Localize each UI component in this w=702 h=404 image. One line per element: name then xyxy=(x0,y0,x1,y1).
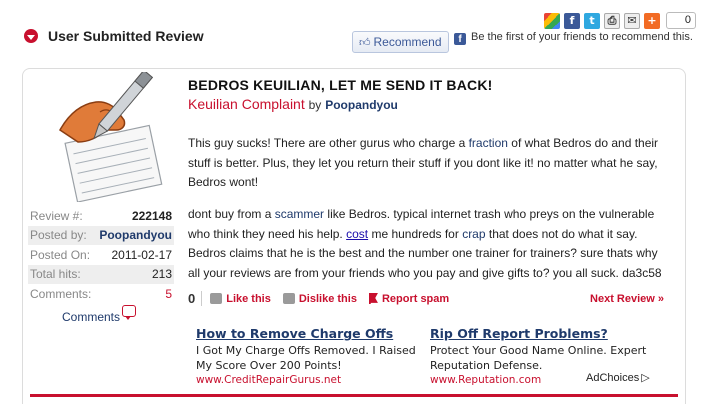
email-icon[interactable]: ✉ xyxy=(624,12,640,29)
keyword-link[interactable]: scammer xyxy=(275,207,324,221)
recommend-button[interactable]: 👍︎ Recommend xyxy=(352,31,449,53)
like-button[interactable]: Like this xyxy=(210,293,271,305)
vote-count: 0 xyxy=(188,291,203,306)
adchoices-link[interactable]: AdChoices ▷ xyxy=(586,371,650,385)
dislike-button[interactable]: Dislike this xyxy=(282,293,357,305)
ad-headline[interactable]: Rip Off Report Problems? xyxy=(430,326,662,341)
category-link[interactable]: Keuilian Complaint xyxy=(188,96,305,112)
facebook-logo-icon: f xyxy=(454,33,466,45)
section-header: User Submitted Review xyxy=(24,28,204,44)
keyword-link[interactable]: cost xyxy=(346,227,368,241)
print-icon[interactable]: ⎙ xyxy=(604,12,620,29)
stat-comments: Comments: 5 xyxy=(30,286,172,301)
comments-link[interactable]: Comments xyxy=(62,305,137,324)
share-bar: f t ⎙ ✉ + 0 xyxy=(544,12,696,29)
ad-headline[interactable]: How to Remove Charge Offs xyxy=(196,326,428,341)
stat-posted-on: Posted On: 2011-02-17 xyxy=(30,247,172,262)
review-paragraph: dont buy from a scammer like Bedros. typ… xyxy=(188,207,662,280)
review-illustration-icon xyxy=(59,72,163,202)
report-spam-button[interactable]: Report spam xyxy=(368,293,449,305)
divider xyxy=(30,394,678,397)
keyword-link[interactable]: fraction xyxy=(469,136,508,150)
review-stats: Review #: 222148 Posted by: Poopandyou P… xyxy=(28,206,174,304)
review-paragraph: This guy sucks! There are other gurus wh… xyxy=(188,136,659,189)
facebook-icon[interactable]: f xyxy=(564,12,580,29)
next-review-link[interactable]: Next Review » xyxy=(590,293,664,305)
author-link[interactable]: Poopandyou xyxy=(325,98,398,112)
stat-total-hits: Total hits: 213 xyxy=(28,264,174,284)
review-title: BEDROS KEUILIAN, LET ME SEND IT BACK! xyxy=(188,77,493,93)
ad-body: I Got My Charge Offs Removed. I Raised M… xyxy=(196,344,416,372)
twitter-icon[interactable]: t xyxy=(584,12,600,29)
chevron-down-icon[interactable] xyxy=(24,29,38,43)
adchoices-icon: ▷ xyxy=(641,372,650,384)
google-icon[interactable] xyxy=(544,12,560,29)
section-title: User Submitted Review xyxy=(48,28,204,44)
keyword-link[interactable]: crap xyxy=(462,227,485,241)
thumbs-up-icon xyxy=(210,293,223,304)
review-subline: Keuilian Complaint by Poopandyou xyxy=(188,96,398,112)
recommend-label: Recommend xyxy=(373,35,442,49)
flag-icon xyxy=(368,293,378,304)
thumbs-down-icon xyxy=(282,293,295,304)
ad-body: Protect Your Good Name Online. Expert Re… xyxy=(430,344,647,372)
stat-review-number: Review #: 222148 xyxy=(30,208,172,223)
thumbs-up-icon: 👍︎ xyxy=(359,36,371,49)
posted-by-link[interactable]: Poopandyou xyxy=(99,228,172,242)
ad-url[interactable]: www.CreditRepairGurus.net xyxy=(196,374,428,386)
facebook-notice: Be the first of your friends to recommen… xyxy=(471,31,693,43)
ad-unit[interactable]: How to Remove Charge Offs I Got My Charg… xyxy=(196,326,428,386)
plus-icon[interactable]: + xyxy=(644,12,660,29)
review-actions: 0 Like this Dislike this Report spam Nex… xyxy=(188,291,664,306)
stat-posted-by: Posted by: Poopandyou xyxy=(28,225,174,245)
comment-bubble-icon xyxy=(122,305,137,320)
share-count: 0 xyxy=(666,12,696,29)
